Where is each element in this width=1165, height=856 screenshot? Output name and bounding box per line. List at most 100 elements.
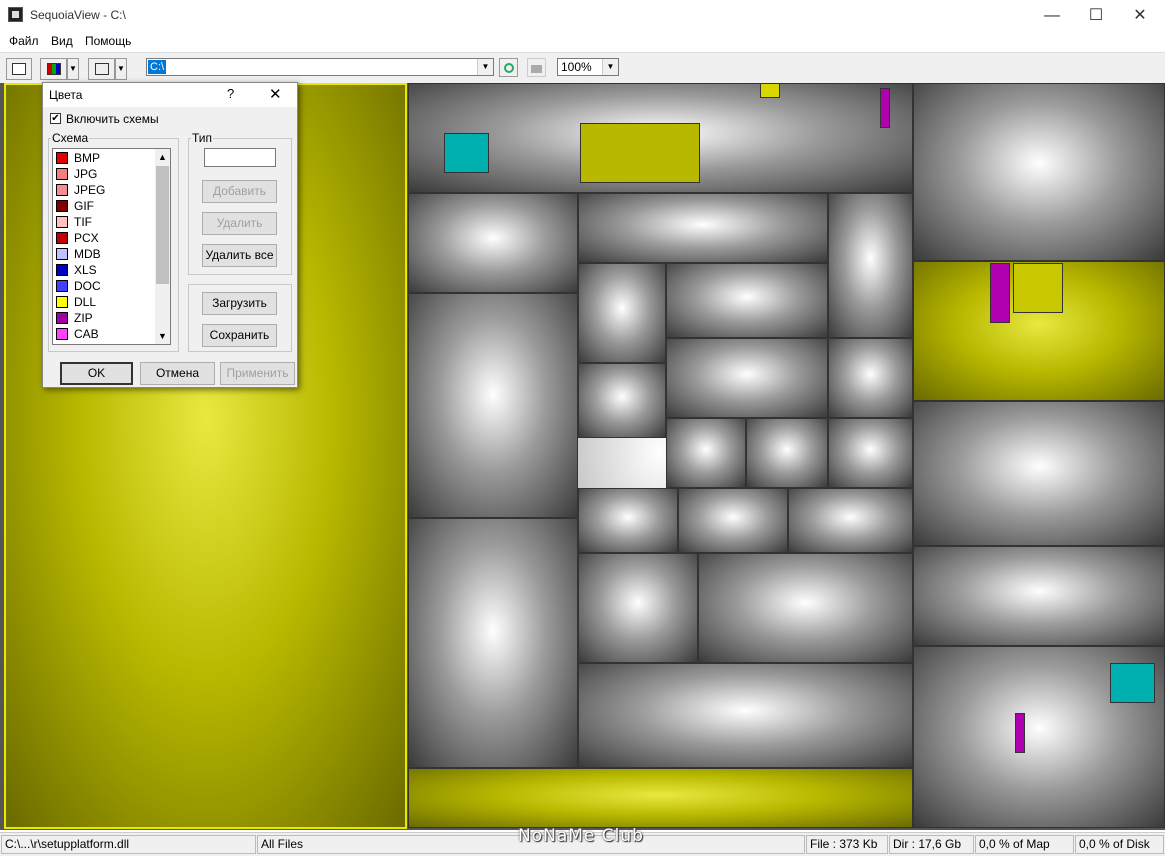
- scroll-up-icon[interactable]: ▲: [155, 149, 170, 165]
- scheme-item[interactable]: WAV: [55, 342, 155, 345]
- treemap-tile[interactable]: [913, 546, 1165, 646]
- treemap-tile[interactable]: [1110, 663, 1155, 703]
- load-button[interactable]: Загрузить: [202, 292, 277, 315]
- scheme-item[interactable]: MDB: [55, 246, 155, 262]
- menu-help[interactable]: Помощь: [85, 34, 131, 48]
- treemap-tile[interactable]: [828, 418, 913, 488]
- treemap-tile[interactable]: [408, 768, 913, 828]
- dialog-title-bar: Цвета ? ✕: [43, 83, 297, 107]
- scheme-item[interactable]: ZIP: [55, 310, 155, 326]
- color-swatch: [56, 312, 68, 324]
- window-title: SequoiaView - C:\: [30, 8, 126, 22]
- add-button[interactable]: Добавить: [202, 180, 277, 203]
- treemap-tile[interactable]: [408, 518, 578, 768]
- delete-button[interactable]: Удалить: [202, 212, 277, 235]
- maximize-button[interactable]: ☐: [1073, 0, 1119, 31]
- scheme-item[interactable]: CAB: [55, 326, 155, 342]
- folder-button[interactable]: [527, 58, 546, 77]
- color-swatch: [56, 264, 68, 276]
- filter-dropdown-button[interactable]: ▼: [115, 58, 127, 80]
- cancel-button[interactable]: Отмена: [140, 362, 215, 385]
- scheme-item[interactable]: GIF: [55, 198, 155, 214]
- chevron-down-icon[interactable]: ▼: [602, 59, 618, 75]
- treemap-tile[interactable]: [578, 363, 666, 438]
- treemap-tile[interactable]: [746, 418, 828, 488]
- help-button[interactable]: ?: [227, 86, 234, 101]
- scheme-scrollbar[interactable]: ▲ ▼: [155, 149, 170, 344]
- colors-dialog: Цвета ? ✕ ✔ Включить схемы Схема BMP JPG J…: [42, 82, 298, 388]
- treemap-tile[interactable]: [913, 401, 1165, 546]
- treemap-tile[interactable]: [1015, 713, 1025, 753]
- dialog-close-button[interactable]: ✕: [269, 85, 282, 103]
- scheme-item-label: BMP: [74, 151, 101, 165]
- treemap-tile[interactable]: [408, 293, 578, 518]
- treemap-tile[interactable]: [666, 338, 828, 418]
- colors-dropdown-button[interactable]: ▼: [67, 58, 79, 80]
- treemap-tile[interactable]: [666, 263, 828, 338]
- go-button[interactable]: [499, 58, 518, 77]
- treemap-tile[interactable]: [408, 193, 578, 293]
- chevron-down-icon[interactable]: ▼: [477, 59, 493, 75]
- treemap-tile[interactable]: [580, 123, 700, 183]
- delete-all-button[interactable]: Удалить все: [202, 244, 277, 267]
- treemap-tile[interactable]: [578, 663, 913, 768]
- treemap-tile[interactable]: [698, 553, 913, 663]
- scheme-item[interactable]: DLL: [55, 294, 155, 310]
- open-button[interactable]: [6, 58, 32, 80]
- colors-button[interactable]: [40, 58, 67, 80]
- ok-button[interactable]: OK: [60, 362, 133, 385]
- filter-icon: [94, 63, 109, 75]
- treemap-tile[interactable]: [666, 418, 746, 488]
- scheme-item-label: DLL: [74, 295, 97, 309]
- menu-view[interactable]: Вид: [51, 34, 73, 48]
- treemap-tile[interactable]: [1013, 263, 1063, 313]
- treemap-tile[interactable]: [760, 83, 780, 98]
- zoom-value: 100%: [561, 60, 592, 74]
- scheme-item[interactable]: BMP: [55, 150, 155, 166]
- minimize-button[interactable]: —: [1029, 0, 1075, 31]
- treemap-tile[interactable]: [578, 488, 678, 553]
- filter-button[interactable]: [88, 58, 115, 80]
- treemap-tile[interactable]: [828, 193, 913, 338]
- watermark: NoNaMe Club: [518, 826, 644, 846]
- scheme-item-label: ZIP: [74, 311, 93, 325]
- scheme-item[interactable]: DOC: [55, 278, 155, 294]
- path-combobox[interactable]: C:\ ▼: [146, 58, 494, 76]
- color-swatch: [56, 200, 68, 212]
- treemap-tile[interactable]: [880, 88, 890, 128]
- color-swatch: [56, 232, 68, 244]
- chevron-down-icon: ▼: [117, 64, 125, 73]
- treemap-tile[interactable]: [578, 193, 828, 263]
- treemap-tile[interactable]: [788, 488, 913, 553]
- treemap-tile[interactable]: [990, 263, 1010, 323]
- scroll-thumb[interactable]: [156, 166, 169, 284]
- scroll-down-icon[interactable]: ▼: [155, 328, 170, 344]
- scheme-item-label: JPG: [74, 167, 98, 181]
- treemap-tile[interactable]: [913, 83, 1165, 261]
- treemap-tile[interactable]: [678, 488, 788, 553]
- enable-schemes-checkbox[interactable]: ✔: [50, 113, 61, 124]
- save-button[interactable]: Сохранить: [202, 324, 277, 347]
- color-swatch: [56, 344, 68, 345]
- treemap-tile[interactable]: [578, 553, 698, 663]
- scheme-item[interactable]: TIF: [55, 214, 155, 230]
- zoom-combobox[interactable]: 100% ▼: [557, 58, 619, 76]
- treemap-tile[interactable]: [578, 263, 666, 363]
- scheme-item[interactable]: PCX: [55, 230, 155, 246]
- type-input[interactable]: [204, 148, 276, 167]
- enable-schemes-label: Включить схемы: [66, 112, 159, 126]
- close-button[interactable]: ✕: [1117, 0, 1163, 31]
- scheme-item[interactable]: JPEG: [55, 182, 155, 198]
- scheme-item[interactable]: JPG: [55, 166, 155, 182]
- treemap-tile[interactable]: [444, 133, 489, 173]
- search-icon: [503, 63, 514, 73]
- scheme-item-label: JPEG: [74, 183, 106, 197]
- treemap-tile[interactable]: [828, 338, 913, 418]
- apply-button[interactable]: Применить: [220, 362, 295, 385]
- color-swatch: [56, 168, 68, 180]
- chevron-down-icon: ▼: [69, 64, 77, 73]
- scheme-listbox[interactable]: BMP JPG JPEG GIF TIF PCX MDB XLS DOC DLL ZIP CAB WAV…: [52, 148, 171, 345]
- scheme-item[interactable]: XLS: [55, 262, 155, 278]
- menu-file[interactable]: Файл: [9, 34, 39, 48]
- scheme-item-label: DOC: [74, 279, 101, 293]
